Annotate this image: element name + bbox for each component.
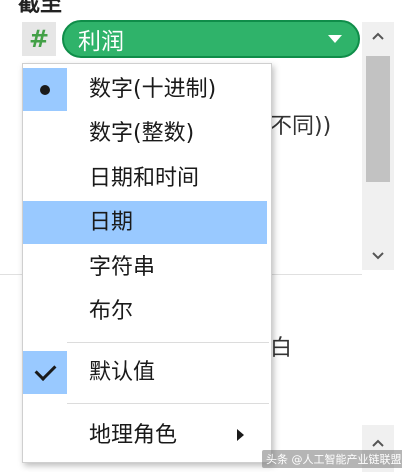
menu-item-label: 布尔 xyxy=(89,299,134,324)
field-name: 利润 xyxy=(78,29,124,55)
menu-separator xyxy=(67,403,269,404)
watermark: 头条 @人工智能产业链联盟 xyxy=(262,450,402,468)
background-partial-text: 不同)) xyxy=(270,114,332,139)
menu-item-label: 数字(十进制) xyxy=(89,77,217,102)
chevron-down-icon[interactable] xyxy=(362,242,394,270)
menu-item-boolean[interactable]: 布尔 xyxy=(23,290,271,333)
background-partial-text-bottom: 白 xyxy=(270,336,293,361)
submenu-arrow-icon xyxy=(237,429,244,441)
data-type-menu: 数字(十进制) 数字(整数) 日期和时间 日期 字符串 布尔 默认值 地理角色 xyxy=(22,63,272,463)
chevron-up-icon[interactable] xyxy=(362,22,394,50)
menu-item-label: 日期和时间 xyxy=(89,166,200,191)
menu-item-string[interactable]: 字符串 xyxy=(23,246,271,289)
menu-item-decimal[interactable]: 数字(十进制) xyxy=(23,68,271,111)
hover-highlight xyxy=(23,201,267,244)
menu-item-integer[interactable]: 数字(整数) xyxy=(23,112,271,155)
scrollbar-thumb[interactable] xyxy=(366,56,390,182)
menu-item-label: 默认值 xyxy=(89,360,156,385)
background-header-partial: 截至 xyxy=(18,0,63,17)
menu-item-geographic-role[interactable]: 地理角色 xyxy=(23,414,271,457)
menu-item-default[interactable]: 默认值 xyxy=(23,351,271,394)
menu-item-datetime[interactable]: 日期和时间 xyxy=(23,157,271,200)
menu-item-label: 地理角色 xyxy=(89,423,178,448)
checkmark-icon xyxy=(34,359,56,381)
menu-item-label: 字符串 xyxy=(89,255,156,280)
selected-indicator xyxy=(23,351,67,394)
number-type-icon[interactable]: # xyxy=(22,22,56,56)
menu-separator xyxy=(67,342,269,343)
vertical-scrollbar[interactable] xyxy=(362,22,394,270)
menu-item-label: 数字(整数) xyxy=(89,121,195,146)
menu-item-date[interactable]: 日期 xyxy=(23,201,271,244)
radio-dot-icon xyxy=(40,84,50,95)
menu-item-label: 日期 xyxy=(89,210,134,235)
dropdown-caret-icon[interactable] xyxy=(328,35,342,43)
field-pill-profit[interactable]: 利润 xyxy=(62,20,360,58)
selected-indicator xyxy=(23,68,67,111)
